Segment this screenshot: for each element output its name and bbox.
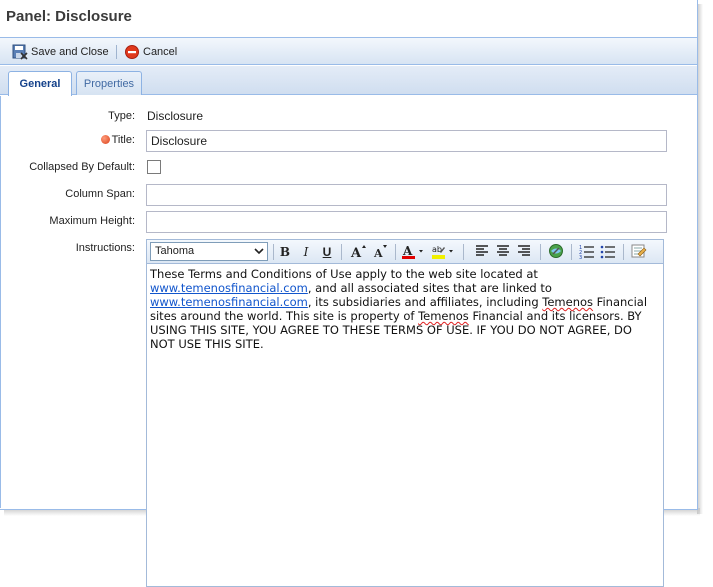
align-center-button[interactable] bbox=[494, 243, 512, 261]
editor-separator bbox=[341, 244, 342, 260]
window-title: Panel: Disclosure bbox=[6, 8, 132, 25]
editor-separator bbox=[571, 244, 572, 260]
grow-font-icon: A bbox=[350, 243, 366, 262]
align-left-icon bbox=[475, 244, 489, 261]
save-and-close-label: Save and Close bbox=[31, 46, 109, 58]
highlight-icon: ab bbox=[431, 243, 457, 262]
ordered-list-button[interactable]: 123 bbox=[578, 243, 596, 261]
title-label-wrap: Title: bbox=[1, 134, 135, 146]
site-link[interactable]: www.temenosfinancial.com bbox=[150, 295, 308, 309]
svg-text:3: 3 bbox=[579, 255, 582, 259]
bold-icon: B bbox=[279, 245, 291, 259]
editor-content[interactable]: These Terms and Conditions of Use apply … bbox=[150, 267, 655, 351]
align-left-button[interactable] bbox=[473, 243, 491, 261]
title-bar: Panel: Disclosure bbox=[0, 0, 697, 35]
tab-general[interactable]: General bbox=[8, 71, 72, 96]
maximum-height-field[interactable] bbox=[146, 211, 667, 233]
unordered-list-icon bbox=[600, 243, 616, 262]
bold-button[interactable]: B bbox=[276, 243, 294, 261]
collapsed-checkbox[interactable] bbox=[147, 160, 161, 174]
chevron-down-icon bbox=[254, 246, 264, 259]
font-name-value: Tahoma bbox=[155, 245, 195, 257]
column-span-field[interactable] bbox=[146, 184, 667, 206]
shrink-font-button[interactable]: A bbox=[371, 243, 389, 261]
collapsed-label: Collapsed By Default: bbox=[29, 161, 135, 173]
insert-link-button[interactable] bbox=[547, 243, 565, 261]
font-name-select[interactable]: Tahoma bbox=[150, 242, 268, 261]
title-field[interactable] bbox=[146, 130, 667, 152]
svg-text:A: A bbox=[373, 247, 383, 259]
tab-strip: General Properties bbox=[0, 66, 697, 96]
editor-separator bbox=[623, 244, 624, 260]
shrink-font-icon: A bbox=[372, 243, 388, 262]
unordered-list-button[interactable] bbox=[599, 243, 617, 261]
source-edit-icon bbox=[631, 243, 647, 262]
main-toolbar: Save and Close Cancel bbox=[0, 37, 697, 65]
required-icon bbox=[100, 135, 110, 144]
misspelled-word: Temenos bbox=[542, 295, 594, 309]
maximum-height-label: Maximum Height: bbox=[49, 215, 135, 227]
svg-text:A: A bbox=[402, 244, 413, 258]
save-close-icon bbox=[12, 44, 28, 60]
italic-button[interactable]: I bbox=[297, 243, 315, 261]
column-span-label: Column Span: bbox=[65, 188, 135, 200]
editor-separator bbox=[540, 244, 541, 260]
tab-properties[interactable]: Properties bbox=[76, 71, 142, 95]
underline-button[interactable]: U bbox=[318, 243, 336, 261]
editor-separator bbox=[395, 244, 396, 260]
site-link[interactable]: www.temenosfinancial.com bbox=[150, 281, 308, 295]
ordered-list-icon: 123 bbox=[579, 243, 595, 262]
type-value: Disclosure bbox=[147, 109, 204, 123]
grow-font-button[interactable]: A bbox=[349, 243, 367, 261]
panel-window: Panel: Disclosure Save and Close Cancel … bbox=[0, 0, 698, 587]
source-edit-button[interactable] bbox=[630, 243, 648, 261]
font-color-button[interactable]: A bbox=[401, 243, 427, 261]
highlight-button[interactable]: ab bbox=[431, 243, 457, 261]
editor-text: , and all associated sites that are link… bbox=[307, 281, 552, 295]
align-right-button[interactable] bbox=[515, 243, 533, 261]
cancel-label: Cancel bbox=[143, 46, 178, 58]
editor-text: These Terms and Conditions of Use apply … bbox=[150, 267, 538, 281]
editor-toolbar: Tahoma B I U A A A ab 1 2 3 bbox=[147, 240, 663, 264]
editor-separator bbox=[273, 244, 274, 260]
cancel-icon bbox=[124, 44, 140, 60]
misspelled-word: Temenos bbox=[418, 309, 469, 323]
general-form: Type: Disclosure Title: Collapsed By Def… bbox=[0, 96, 697, 587]
align-right-icon bbox=[517, 244, 531, 261]
title-label: Title: bbox=[111, 134, 135, 146]
underline-icon: U bbox=[322, 245, 332, 259]
rich-text-editor: Tahoma B I U A A A ab 1 2 3 These Terms … bbox=[146, 239, 664, 587]
instructions-label: Instructions: bbox=[75, 242, 135, 254]
type-label: Type: bbox=[108, 110, 135, 122]
editor-text: , its subsidiaries and affiliates, inclu… bbox=[307, 295, 543, 309]
link-icon bbox=[548, 243, 564, 262]
cancel-button[interactable]: Cancel bbox=[124, 42, 177, 62]
save-and-close-button[interactable]: Save and Close bbox=[12, 42, 109, 62]
toolbar-separator bbox=[116, 45, 117, 59]
align-center-icon bbox=[496, 244, 510, 261]
svg-text:ab: ab bbox=[432, 245, 442, 254]
svg-text:A: A bbox=[350, 246, 362, 259]
italic-icon: I bbox=[303, 245, 309, 259]
editor-separator bbox=[463, 244, 464, 260]
font-color-icon: A bbox=[401, 243, 427, 262]
